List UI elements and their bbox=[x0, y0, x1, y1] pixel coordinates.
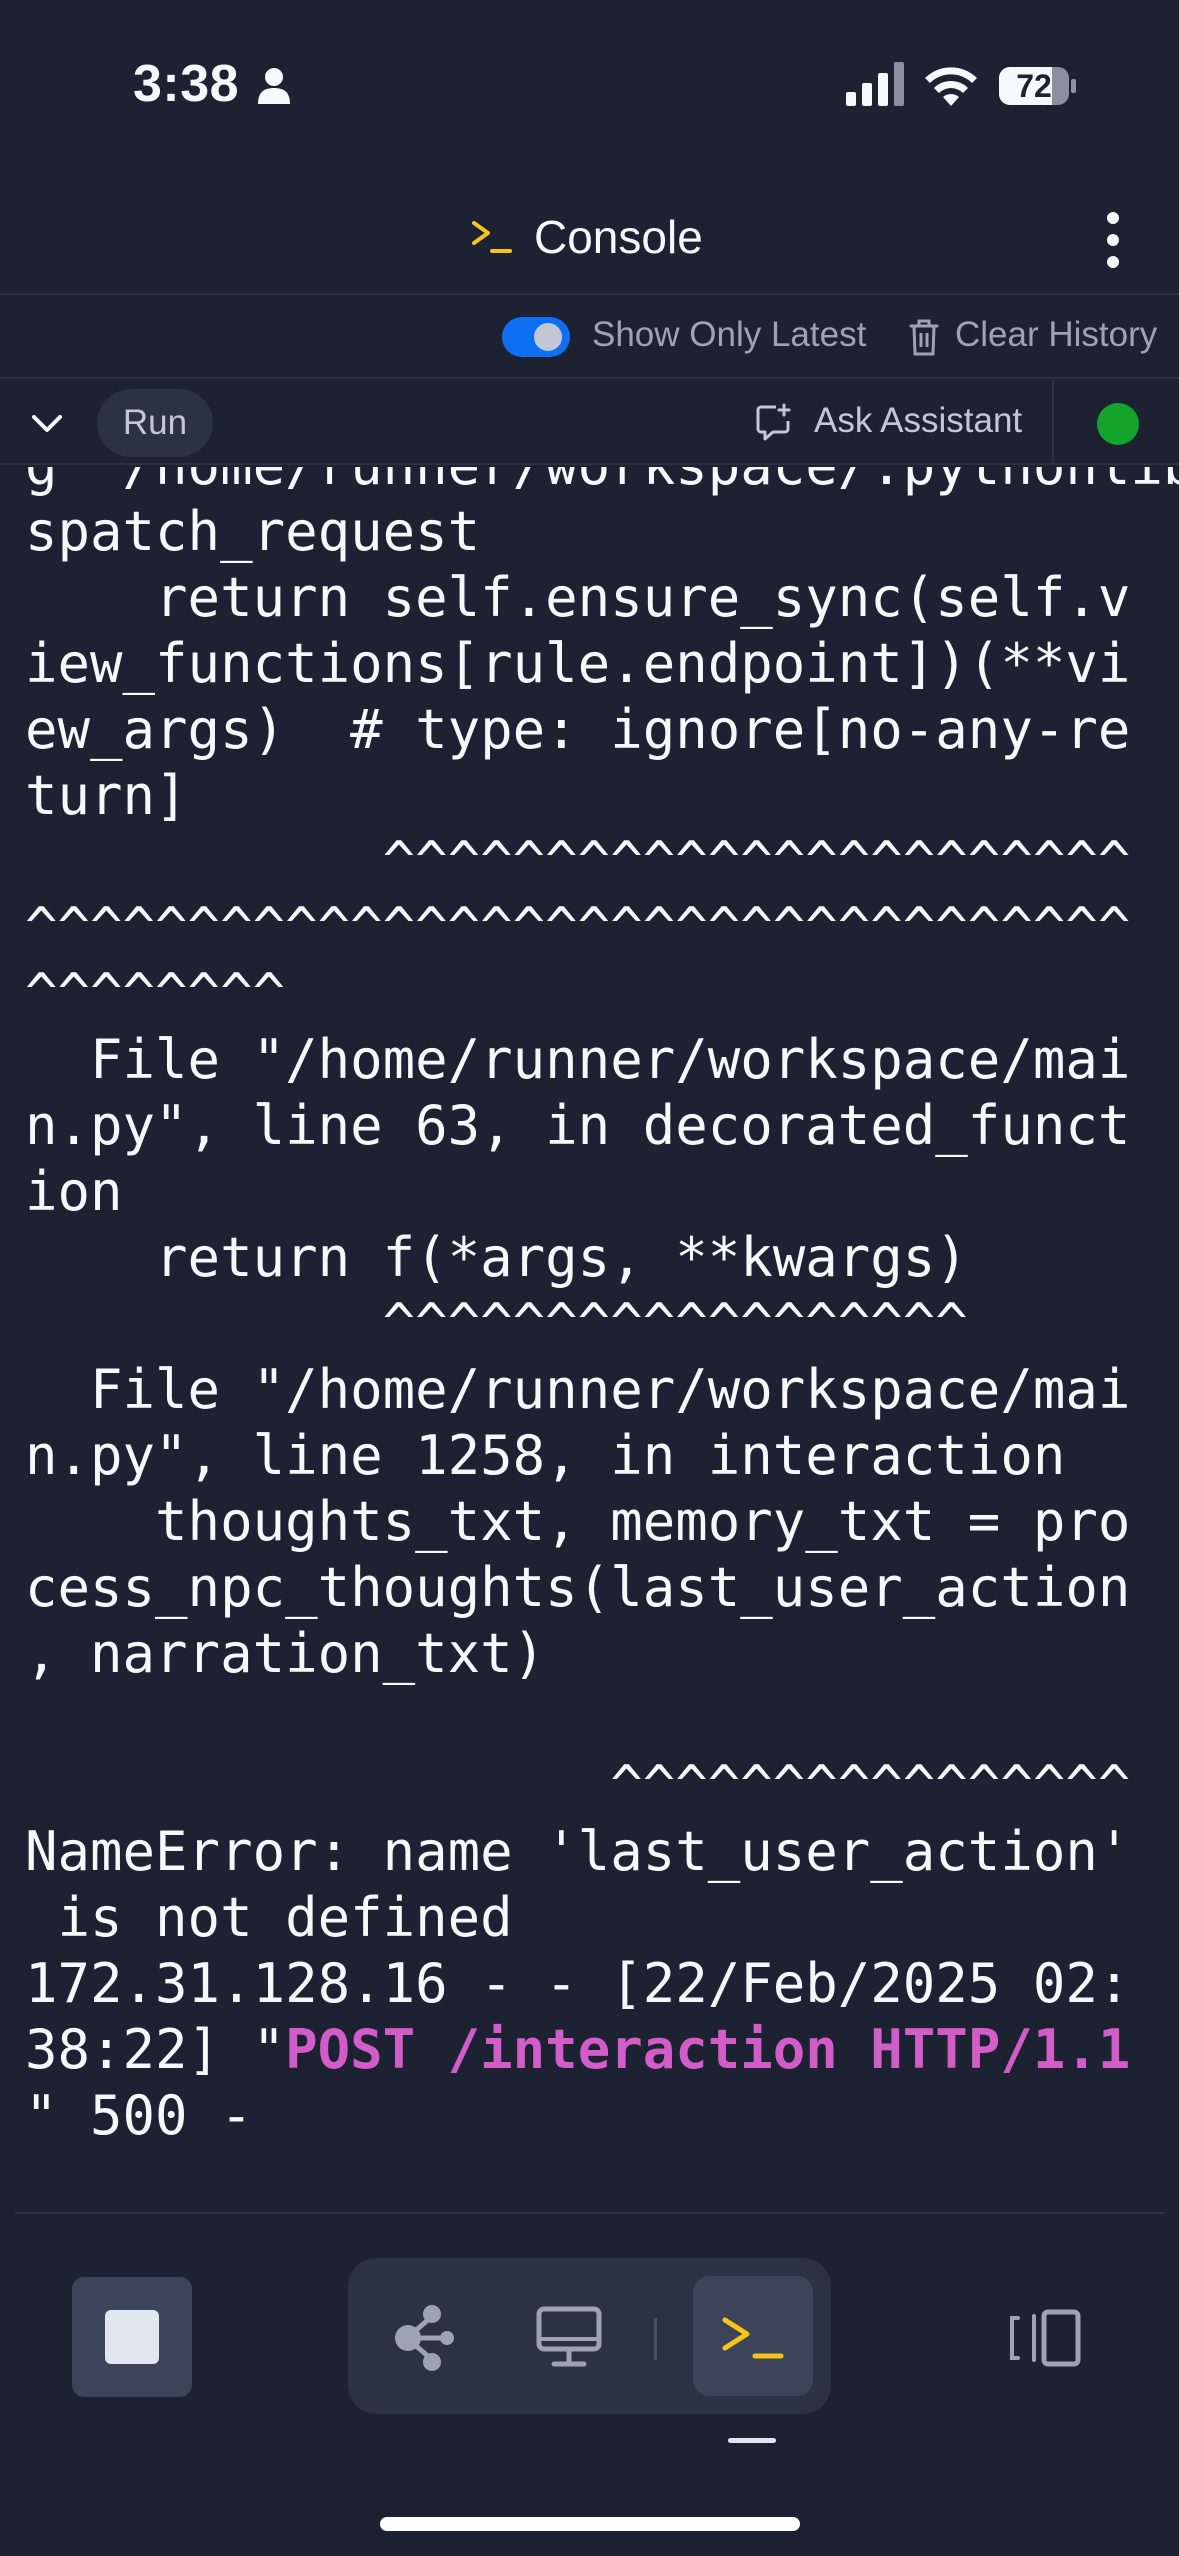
console-options-bar: Show Only Latest Clear History bbox=[0, 297, 1179, 379]
log-text: g "/home/runner/workspace/.pythonlibs sp… bbox=[25, 467, 1179, 2081]
log-highlight: POST /interaction HTTP/1.1 bbox=[285, 2018, 1131, 2081]
active-tab-indicator bbox=[728, 2438, 776, 2443]
cellular-signal-icon bbox=[846, 62, 904, 106]
monitor-icon[interactable] bbox=[536, 2306, 602, 2368]
show-only-latest-toggle[interactable] bbox=[502, 317, 570, 357]
person-icon bbox=[258, 68, 290, 104]
wifi-icon bbox=[925, 67, 977, 106]
ask-assistant-button[interactable]: Ask Assistant bbox=[814, 401, 1022, 441]
log-text-tail: " 500 - bbox=[25, 2084, 253, 2147]
run-button[interactable]: Run bbox=[97, 389, 213, 457]
divider bbox=[15, 2212, 1165, 2214]
toggle-knob bbox=[534, 323, 562, 351]
show-only-latest-label[interactable]: Show Only Latest bbox=[592, 315, 866, 355]
terminal-prompt-icon bbox=[722, 2317, 784, 2359]
console-screen: 3:38 72 Console Show Only Latest Clear H… bbox=[0, 0, 1179, 2556]
divider bbox=[654, 2318, 657, 2360]
divider bbox=[1052, 381, 1054, 465]
clear-history-button[interactable]: Clear History bbox=[955, 315, 1157, 355]
panes-icon[interactable] bbox=[1008, 2308, 1084, 2368]
status-bar: 3:38 72 bbox=[0, 0, 1179, 175]
app-header: Console bbox=[0, 175, 1179, 295]
trash-icon[interactable] bbox=[908, 317, 940, 357]
stop-icon bbox=[105, 2310, 159, 2364]
chevron-down-icon[interactable] bbox=[28, 405, 66, 441]
home-indicator bbox=[380, 2517, 800, 2531]
status-time: 3:38 bbox=[133, 55, 240, 113]
tab-switcher bbox=[348, 2258, 831, 2414]
console-log-text: g "/home/runner/workspace/.pythonlibs sp… bbox=[25, 467, 1179, 2149]
stop-button[interactable] bbox=[72, 2277, 192, 2397]
chat-edit-icon[interactable] bbox=[756, 403, 792, 441]
header-title-group: Console bbox=[470, 207, 703, 267]
status-indicator bbox=[1097, 403, 1139, 445]
console-action-bar: Run Ask Assistant bbox=[0, 381, 1179, 465]
tab-console[interactable] bbox=[693, 2276, 813, 2396]
battery-level: 72 bbox=[1016, 68, 1052, 104]
terminal-prompt-icon bbox=[472, 221, 512, 253]
page-title: Console bbox=[534, 211, 703, 263]
git-branch-icon[interactable] bbox=[392, 2302, 458, 2374]
kebab-menu-icon[interactable] bbox=[1095, 210, 1131, 270]
console-output[interactable]: g "/home/runner/workspace/.pythonlibs sp… bbox=[0, 467, 1179, 2212]
